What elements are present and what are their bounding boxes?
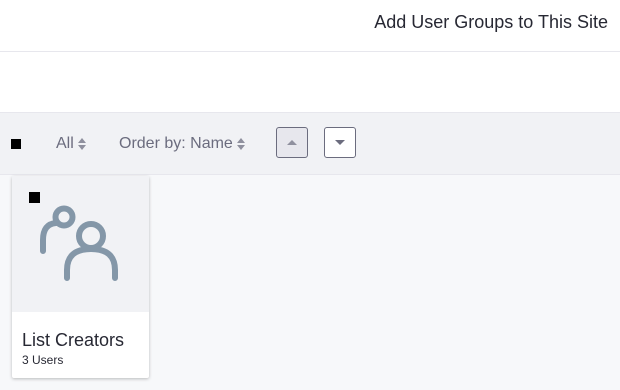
card-image	[12, 176, 149, 312]
search-area	[0, 52, 620, 113]
order-by-dropdown[interactable]: Order by: Name	[119, 135, 245, 153]
filter-label: All	[56, 135, 74, 152]
caret-updown-icon	[236, 138, 245, 150]
filter-dropdown[interactable]: All	[56, 135, 86, 153]
caret-down-icon	[335, 140, 345, 145]
sort-ascending-button[interactable]	[276, 127, 308, 158]
page-title: Add User Groups to This Site	[374, 12, 608, 32]
sort-descending-button[interactable]	[324, 127, 356, 158]
user-group-icon	[40, 205, 118, 281]
select-all-checkbox[interactable]	[11, 139, 21, 149]
caret-updown-icon	[77, 138, 86, 150]
card-subtitle: 3 Users	[22, 353, 64, 367]
management-toolbar: All Order by: Name	[0, 113, 620, 175]
order-by-label: Order by: Name	[119, 135, 233, 152]
card-title: List Creators	[22, 330, 125, 350]
page-header: Add User Groups to This Site	[0, 0, 620, 52]
user-group-card[interactable]: List Creators 3 Users	[12, 176, 149, 378]
caret-up-icon	[287, 140, 297, 145]
